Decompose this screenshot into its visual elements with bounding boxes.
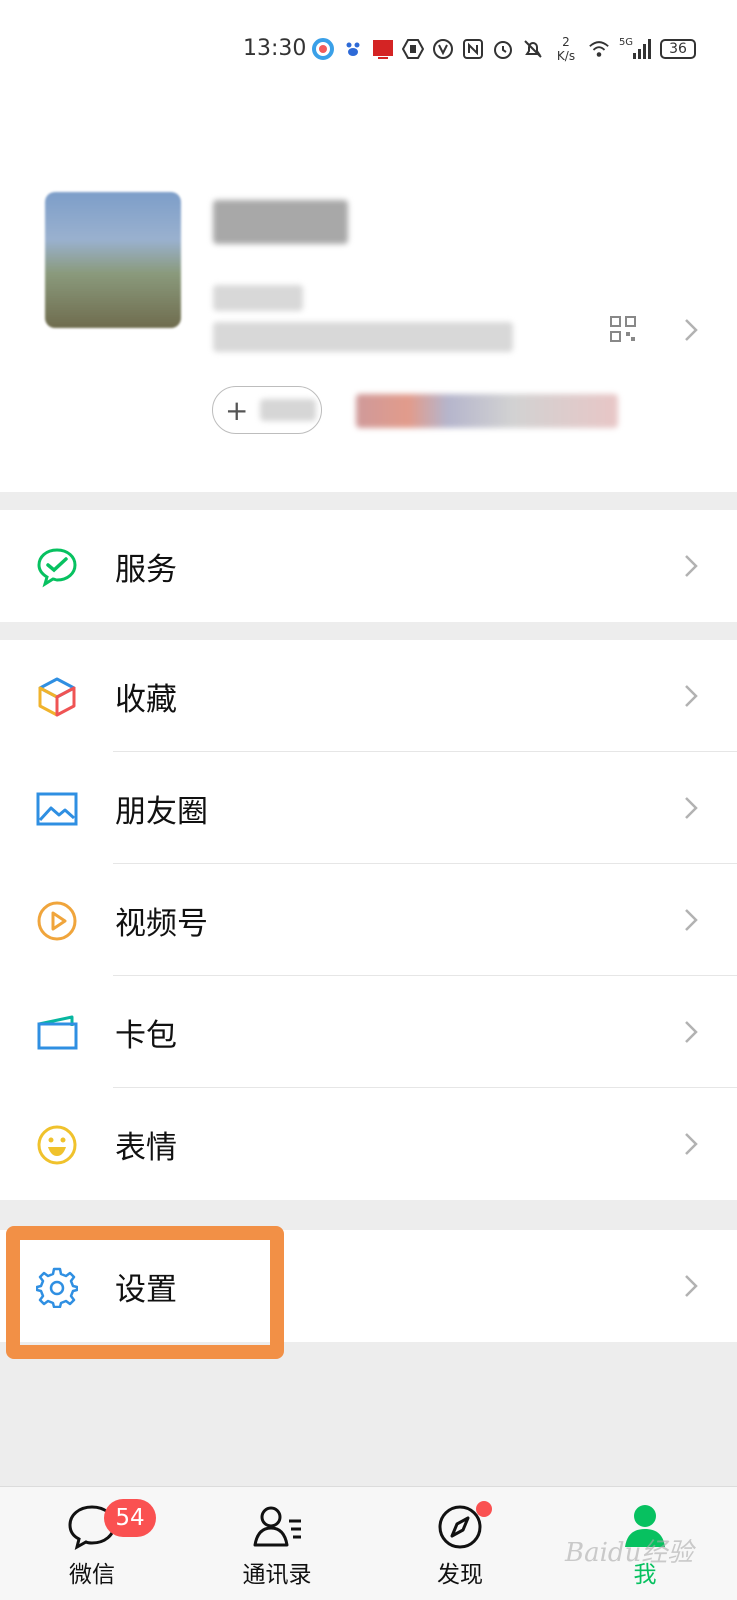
tab-label-discover: 发现: [437, 1562, 483, 1588]
chevron-right-icon: [684, 1020, 698, 1044]
friends-status-redacted[interactable]: [356, 394, 618, 428]
avatar[interactable]: [45, 192, 181, 328]
network-speed: 2 K/s: [556, 35, 576, 63]
smiley-icon: [36, 1124, 78, 1166]
tab-label-chats: 微信: [69, 1562, 115, 1588]
menu-label-stickers: 表情: [115, 1129, 177, 1166]
contacts-icon: [251, 1501, 303, 1551]
alarm-icon: [492, 38, 514, 60]
tab-discover[interactable]: 发现: [400, 1487, 520, 1600]
status-text-redacted: [260, 399, 317, 421]
chevron-right-icon: [684, 796, 698, 820]
chevron-right-icon: [684, 1274, 698, 1298]
service-icon: [36, 546, 78, 588]
add-status-button[interactable]: +: [212, 386, 322, 434]
status-icons: 2 K/s 5G 36: [312, 34, 696, 64]
plus-icon: +: [225, 393, 249, 427]
battery-icon: 36: [660, 39, 696, 59]
status-bar: 13:30 2 K/s 5G 36: [0, 0, 737, 100]
service-card: 服务: [0, 510, 737, 622]
wechat-id-value-redacted: [213, 322, 513, 352]
menu-item-card-wallet[interactable]: 卡包: [0, 976, 737, 1088]
profile-header[interactable]: +: [0, 100, 737, 492]
signal-icon: 5G: [618, 37, 652, 60]
wallet-icon: [36, 1012, 78, 1054]
status-time: 13:30: [243, 36, 307, 61]
paw-icon: [342, 38, 364, 60]
menu-label-channels: 视频号: [115, 905, 208, 942]
menu-item-service[interactable]: 服务: [0, 510, 737, 622]
menu-label-card-wallet: 卡包: [115, 1017, 177, 1054]
chat-bubble-icon: 54: [66, 1499, 156, 1551]
chevron-right-icon: [684, 1132, 698, 1156]
tab-contacts[interactable]: 通讯录: [217, 1487, 337, 1600]
new-indicator-dot: [476, 1501, 492, 1517]
tab-label-contacts: 通讯录: [242, 1562, 312, 1588]
nickname-redacted: [213, 200, 348, 244]
features-card: 收藏 朋友圈 视频号 卡包 表情: [0, 640, 737, 1200]
menu-item-moments[interactable]: 朋友圈: [0, 752, 737, 864]
unread-badge: 54: [104, 1499, 156, 1537]
qr-code-icon[interactable]: [610, 316, 636, 342]
data-saver-icon: [432, 38, 454, 60]
baidu-watermark: Baidu经验: [565, 1538, 694, 1568]
menu-item-channels[interactable]: 视频号: [0, 864, 737, 976]
wechat-id-redacted: [213, 285, 303, 311]
chevron-right-icon: [684, 908, 698, 932]
compass-icon: [434, 1501, 492, 1551]
hand-icon: [402, 38, 424, 60]
tab-chats[interactable]: 54 微信: [32, 1487, 156, 1600]
wifi-icon: [588, 38, 610, 60]
news-app-icon: [372, 38, 394, 60]
menu-label-moments: 朋友圈: [115, 793, 208, 830]
nfc-icon: [462, 38, 484, 60]
chevron-right-icon: [684, 684, 698, 708]
channels-play-icon: [36, 900, 78, 942]
menu-item-stickers[interactable]: 表情: [0, 1088, 737, 1200]
moments-image-icon: [36, 788, 78, 830]
chevron-right-icon: [684, 554, 698, 578]
menu-label-favorites: 收藏: [115, 681, 177, 718]
menu-item-favorites[interactable]: 收藏: [0, 640, 737, 752]
app-notification-icon: [312, 38, 334, 60]
menu-label-service: 服务: [115, 551, 177, 588]
settings-highlight-box: [6, 1226, 284, 1359]
mute-icon: [522, 38, 544, 60]
favorites-cube-icon: [36, 676, 78, 718]
chevron-right-icon: [684, 318, 698, 342]
